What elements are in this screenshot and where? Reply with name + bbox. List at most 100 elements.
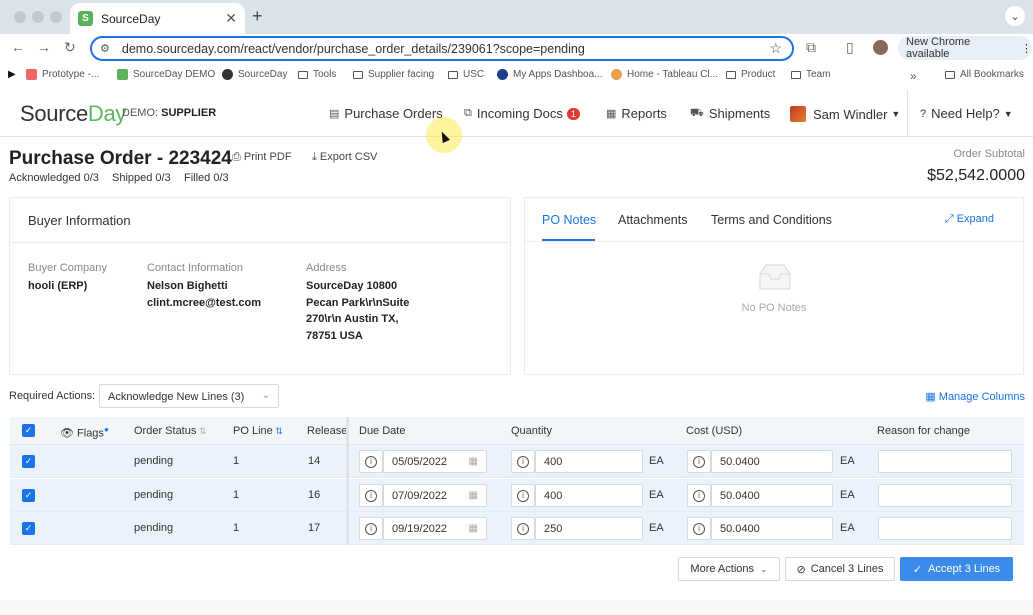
close-tab-icon[interactable]: ✕ bbox=[225, 10, 237, 27]
due-date-input[interactable]: 09/19/2022 ▦ bbox=[383, 517, 487, 540]
window-minimize-dot[interactable] bbox=[32, 11, 44, 23]
tab-attachments[interactable]: Attachments bbox=[618, 213, 687, 227]
bookmark-usc[interactable]: USC bbox=[448, 69, 484, 80]
reason-input[interactable] bbox=[878, 517, 1012, 540]
nav-incoming-docs[interactable]: ⧉ Incoming Docs 1 bbox=[464, 106, 580, 121]
bookmark-team[interactable]: Team bbox=[791, 69, 830, 80]
cost-input[interactable]: 50.0400 bbox=[711, 484, 833, 507]
expand-button[interactable]: ⤢ Expand bbox=[945, 213, 994, 226]
calendar-icon[interactable]: ▦ bbox=[469, 490, 478, 501]
buyer-information-panel: Buyer Information Buyer Company hooli (E… bbox=[9, 197, 511, 375]
quantity-info-icon[interactable]: i bbox=[511, 517, 535, 540]
row-checkbox[interactable]: ✓ bbox=[22, 455, 35, 468]
bookmark-tableau[interactable]: Home - Tableau Cl... bbox=[611, 69, 718, 80]
col-cost[interactable]: Cost (USD) bbox=[686, 425, 742, 437]
printer-icon: ⎙ bbox=[232, 151, 244, 163]
col-po-line[interactable]: PO Line ⇅ bbox=[233, 425, 283, 437]
cost-input[interactable]: 50.0400 bbox=[711, 450, 833, 473]
cost-info-icon[interactable]: i bbox=[687, 450, 711, 473]
address-bar[interactable]: ⚙ demo.sourceday.com/react/vendor/purcha… bbox=[90, 36, 794, 61]
bookmark-star-icon[interactable]: ☆ bbox=[769, 40, 782, 57]
cost-info-icon[interactable]: i bbox=[687, 484, 711, 507]
tab-terms-and-conditions[interactable]: Terms and Conditions bbox=[711, 213, 832, 227]
site-settings-icon[interactable]: ⚙ bbox=[100, 42, 110, 55]
accept-lines-button[interactable]: ✓ Accept 3 Lines bbox=[900, 557, 1013, 581]
menu-kebab-icon[interactable]: ⋮ bbox=[1021, 42, 1032, 55]
required-actions-select[interactable]: Acknowledge New Lines (3) ⌄ bbox=[99, 384, 279, 408]
more-actions-button[interactable]: More Actions ⌄ bbox=[678, 557, 780, 581]
quantity-input[interactable]: 400 bbox=[535, 484, 643, 507]
reason-input[interactable] bbox=[878, 450, 1012, 473]
col-order-status[interactable]: Order Status ⇅ bbox=[134, 425, 206, 437]
cost-unit: EA bbox=[840, 489, 855, 501]
bookmarks-overflow-icon[interactable]: » bbox=[910, 69, 917, 83]
cost-input[interactable]: 50.0400 bbox=[711, 517, 833, 540]
play-icon[interactable]: ▶ bbox=[8, 69, 16, 80]
row-checkbox[interactable]: ✓ bbox=[22, 522, 35, 535]
cost-info-icon[interactable]: i bbox=[687, 517, 711, 540]
col-quantity[interactable]: Quantity bbox=[511, 425, 552, 437]
required-actions-label: Required Actions: bbox=[9, 390, 96, 402]
tab-po-notes[interactable]: PO Notes bbox=[542, 213, 596, 227]
due-date-info-icon[interactable]: i bbox=[359, 450, 383, 473]
help-menu[interactable]: ? Need Help? ▼ bbox=[920, 106, 1013, 121]
sourceday-logo[interactable]: SourceDay bbox=[20, 101, 126, 127]
col-release[interactable]: Release bbox=[307, 425, 347, 437]
side-panel-icon[interactable]: ▯ bbox=[846, 39, 854, 56]
bookmark-label: Supplier facing bbox=[368, 69, 435, 80]
select-all-checkbox[interactable]: ✓ bbox=[22, 424, 35, 437]
reason-input[interactable] bbox=[878, 484, 1012, 507]
export-csv-button[interactable]: ⤓ Export CSV bbox=[312, 151, 377, 164]
cancel-lines-button[interactable]: ⊘ Cancel 3 Lines bbox=[785, 557, 895, 581]
table-row[interactable]: ✓ pending 1 16 i 07/09/2022 ▦ i 400 EA i … bbox=[10, 479, 1024, 512]
contact-name: Nelson Bighetti bbox=[147, 280, 228, 292]
extensions-icon[interactable]: ⧉ bbox=[806, 39, 816, 56]
col-reason[interactable]: Reason for change bbox=[877, 425, 970, 437]
bookmark-product[interactable]: Product bbox=[726, 69, 775, 80]
bookmark-supplier-facing[interactable]: Supplier facing bbox=[353, 69, 434, 80]
due-date-info-icon[interactable]: i bbox=[359, 517, 383, 540]
user-menu[interactable]: Sam Windler ▼ bbox=[790, 106, 900, 122]
back-icon[interactable]: ← bbox=[11, 39, 25, 55]
calendar-icon[interactable]: ▦ bbox=[469, 523, 478, 534]
quantity-input[interactable]: 250 bbox=[535, 517, 643, 540]
row-checkbox[interactable]: ✓ bbox=[22, 489, 35, 502]
profile-avatar[interactable] bbox=[873, 40, 888, 55]
bookmark-prototype[interactable]: Prototype -... bbox=[26, 69, 99, 80]
nav-shipments[interactable]: ⛟ Shipments bbox=[690, 106, 770, 121]
print-pdf-button[interactable]: ⎙ Print PDF bbox=[232, 151, 292, 164]
quantity-input[interactable]: 400 bbox=[535, 450, 643, 473]
due-date-input[interactable]: 05/05/2022 ▦ bbox=[383, 450, 487, 473]
forward-icon[interactable]: → bbox=[37, 39, 51, 55]
table-row[interactable]: ✓ pending 1 14 i 05/05/2022 ▦ i 400 EA i … bbox=[10, 445, 1024, 478]
calendar-icon[interactable]: ▦ bbox=[469, 456, 478, 467]
nav-purchase-orders[interactable]: ▤ Purchase Orders bbox=[329, 106, 443, 121]
address-line: Pecan Park\r\nSuite bbox=[306, 296, 410, 309]
bookmark-sourceday-demo[interactable]: SourceDay DEMO bbox=[117, 69, 215, 80]
col-due-date[interactable]: Due Date bbox=[359, 425, 405, 437]
all-bookmarks[interactable]: All Bookmarks bbox=[945, 69, 1024, 80]
due-date-info-icon[interactable]: i bbox=[359, 484, 383, 507]
window-maximize-dot[interactable] bbox=[50, 11, 62, 23]
quantity-info-icon[interactable]: i bbox=[511, 450, 535, 473]
new-tab-icon[interactable]: + bbox=[252, 6, 263, 27]
avatar bbox=[790, 106, 806, 122]
nav-reports[interactable]: ▦ Reports bbox=[606, 106, 667, 121]
bookmark-sourceday[interactable]: SourceDay bbox=[222, 69, 287, 80]
manage-columns-button[interactable]: ▦ Manage Columns bbox=[925, 390, 1025, 403]
bookmark-my-apps[interactable]: My Apps Dashboa... bbox=[497, 69, 603, 80]
quantity-info-icon[interactable]: i bbox=[511, 484, 535, 507]
reload-icon[interactable]: ↻ bbox=[64, 39, 76, 56]
new-chrome-available-button[interactable]: New Chrome available ⋮ bbox=[898, 36, 1032, 60]
browser-tab[interactable]: S SourceDay ✕ bbox=[70, 3, 245, 34]
cancel-label: Cancel 3 Lines bbox=[810, 563, 884, 575]
bookmark-tools[interactable]: Tools bbox=[298, 69, 336, 80]
col-flags[interactable]: 👁 Flags● bbox=[60, 425, 109, 440]
browser-toolbar: ← → ↻ ⚙ demo.sourceday.com/react/vendor/… bbox=[0, 34, 1033, 62]
due-date-value: 07/09/2022 bbox=[392, 490, 448, 502]
due-date-input[interactable]: 07/09/2022 ▦ bbox=[383, 484, 487, 507]
release-cell: 14 bbox=[308, 455, 321, 467]
tab-search-chevron-icon[interactable]: ⌄ bbox=[1005, 6, 1025, 26]
window-close-dot[interactable] bbox=[14, 11, 26, 23]
table-row[interactable]: ✓ pending 1 17 i 09/19/2022 ▦ i 250 EA i … bbox=[10, 512, 1024, 545]
